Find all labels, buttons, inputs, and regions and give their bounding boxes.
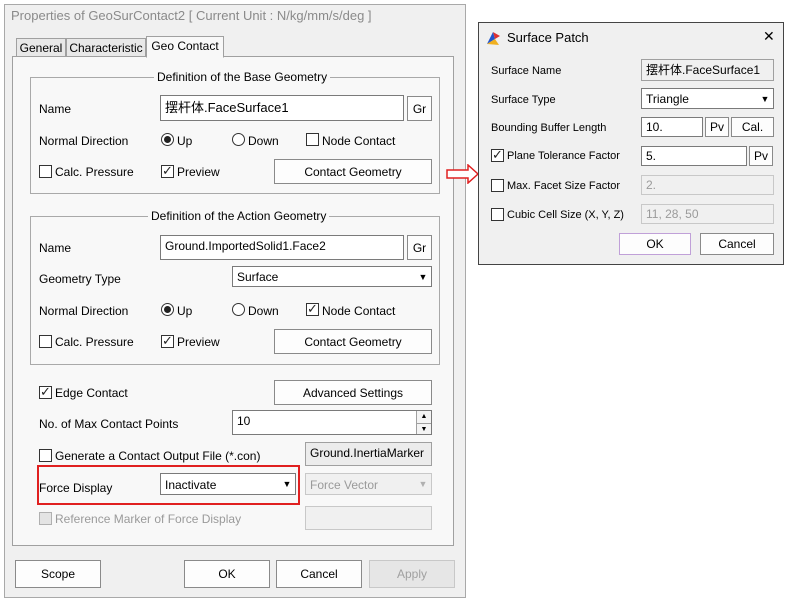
base-preview-checkbox[interactable] [161, 163, 174, 178]
cubic-cell-checkbox[interactable] [491, 208, 504, 221]
plane-tolerance-checkbox[interactable] [491, 147, 504, 162]
bounding-pv-button[interactable]: Pv [705, 117, 729, 137]
force-vector-select[interactable]: Force Vector ▼ [305, 473, 432, 495]
base-down-label: Down [248, 134, 279, 148]
surface-type-value: Triangle [646, 92, 689, 106]
reference-marker-field[interactable] [305, 506, 432, 530]
action-down-label: Down [248, 304, 279, 318]
app-logo-icon [487, 32, 500, 45]
base-name-field[interactable]: 摆杆体.FaceSurface1 [160, 95, 404, 121]
spin-down-icon[interactable]: ▼ [416, 423, 431, 434]
max-facet-label: Max. Facet Size Factor [507, 180, 621, 192]
base-contact-geometry-button[interactable]: Contact Geometry [274, 159, 432, 184]
base-normal-label: Normal Direction [39, 134, 129, 148]
action-normal-label: Normal Direction [39, 304, 129, 318]
tab-characteristic[interactable]: Characteristic [66, 38, 146, 58]
spin-up-icon[interactable]: ▲ [416, 411, 431, 423]
apply-button[interactable]: Apply [369, 560, 455, 588]
geometry-type-value: Surface [237, 270, 279, 284]
action-node-contact-checkbox[interactable] [306, 301, 319, 316]
chevron-down-icon: ▼ [418, 272, 428, 282]
reference-marker-checkbox[interactable] [39, 512, 52, 525]
output-file-label: Generate a Contact Output File (*.con) [55, 449, 261, 463]
action-gr-button[interactable]: Gr [407, 235, 432, 260]
max-facet-input[interactable]: 2. [641, 175, 774, 195]
base-preview-label: Preview [177, 165, 220, 179]
cancel-button[interactable]: Cancel [276, 560, 362, 588]
geometry-type-select[interactable]: Surface ▼ [232, 266, 432, 287]
base-node-contact-label: Node Contact [322, 134, 396, 148]
force-display-value: Inactivate [165, 478, 217, 492]
action-calc-pressure-label: Calc. Pressure [55, 335, 134, 349]
cubic-cell-input[interactable]: 11, 28, 50 [641, 204, 774, 224]
action-preview-checkbox[interactable] [161, 333, 174, 348]
base-node-contact-checkbox[interactable] [306, 133, 319, 146]
max-contact-points-value: 10 [237, 414, 251, 428]
base-up-label: Up [177, 134, 193, 148]
surface-patch-title: Surface Patch [507, 30, 589, 45]
advanced-settings-button[interactable]: Advanced Settings [274, 380, 432, 405]
action-name-field[interactable]: Ground.ImportedSolid1.Face2 [160, 235, 404, 260]
force-vector-value: Force Vector [310, 478, 379, 492]
cubic-cell-label: Cubic Cell Size (X, Y, Z) [507, 209, 624, 221]
force-display-select[interactable]: Inactivate ▼ [160, 473, 296, 495]
action-geometry-title: Definition of the Action Geometry [148, 209, 330, 223]
base-geometry-title: Definition of the Base Geometry [154, 70, 331, 84]
force-display-label: Force Display [39, 481, 113, 495]
tab-geo-contact[interactable]: Geo Contact [146, 36, 224, 58]
bounding-buffer-label: Bounding Buffer Length [491, 122, 607, 134]
action-down-radio[interactable] [232, 303, 245, 316]
surface-patch-ok-button[interactable]: OK [619, 233, 691, 255]
base-calc-pressure-checkbox[interactable] [39, 165, 52, 178]
action-name-label: Name [39, 241, 72, 255]
base-gr-button[interactable]: Gr [407, 96, 432, 121]
tab-general[interactable]: General [16, 38, 66, 58]
surface-name-label: Surface Name [491, 65, 562, 77]
max-contact-points-label: No. of Max Contact Points [39, 417, 179, 431]
inertia-marker-field[interactable]: Ground.InertiaMarker [305, 442, 432, 466]
max-contact-points-input[interactable]: 10 ▲ ▼ [232, 410, 432, 435]
surface-patch-cancel-button[interactable]: Cancel [700, 233, 774, 255]
reference-marker-label: Reference Marker of Force Display [55, 512, 242, 526]
base-name-label: Name [39, 102, 72, 116]
bounding-buffer-input[interactable]: 10. [641, 117, 703, 137]
base-up-radio[interactable] [161, 133, 174, 146]
action-node-contact-label: Node Contact [322, 304, 396, 318]
chevron-down-icon: ▼ [418, 479, 428, 489]
plane-tolerance-pv-button[interactable]: Pv [749, 146, 773, 166]
close-icon[interactable]: ✕ [763, 29, 775, 43]
action-calc-pressure-checkbox[interactable] [39, 335, 52, 348]
action-up-radio[interactable] [161, 303, 174, 316]
surface-name-field[interactable]: 摆杆体.FaceSurface1 [641, 59, 774, 81]
edge-contact-checkbox[interactable] [39, 384, 52, 399]
chevron-down-icon: ▼ [282, 479, 292, 489]
action-contact-geometry-button[interactable]: Contact Geometry [274, 329, 432, 354]
base-down-radio[interactable] [232, 133, 245, 146]
action-preview-label: Preview [177, 335, 220, 349]
arrow-right-icon [446, 164, 480, 184]
surface-type-label: Surface Type [491, 94, 556, 106]
ok-button[interactable]: OK [184, 560, 270, 588]
max-facet-checkbox[interactable] [491, 179, 504, 192]
dialog-title: Properties of GeoSurContact2 [ Current U… [11, 8, 372, 23]
plane-tolerance-label: Plane Tolerance Factor [507, 150, 620, 162]
plane-tolerance-input[interactable]: 5. [641, 146, 747, 166]
edge-contact-label: Edge Contact [55, 386, 128, 400]
output-file-checkbox[interactable] [39, 449, 52, 462]
base-calc-pressure-label: Calc. Pressure [55, 165, 134, 179]
chevron-down-icon: ▼ [760, 94, 770, 104]
scope-button[interactable]: Scope [15, 560, 101, 588]
geometry-type-label: Geometry Type [39, 272, 121, 286]
surface-type-select[interactable]: Triangle ▼ [641, 88, 774, 109]
action-up-label: Up [177, 304, 193, 318]
bounding-cal-button[interactable]: Cal. [731, 117, 774, 137]
